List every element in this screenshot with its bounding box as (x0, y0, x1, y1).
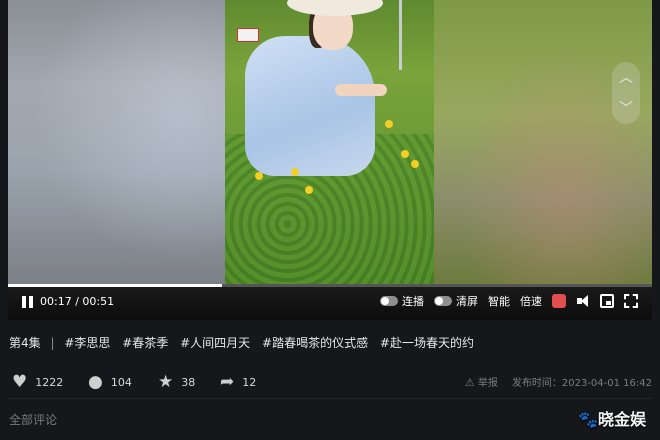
yellow-flower (401, 150, 409, 158)
warning-icon: ⚠ (464, 376, 475, 389)
action-bar: ♥ 1222 ● 104 ★ 38 ➦ 12 ⚠ 举报 发布时间：2023-04… (12, 370, 652, 392)
autoplay-label: 连播 (402, 295, 424, 308)
hashtag[interactable]: #踏春喝茶的仪式感 (262, 336, 368, 350)
picture-in-picture-icon[interactable] (600, 294, 614, 308)
episode-label: 第4集 (9, 336, 41, 350)
paw-icon: 🐾 (578, 410, 598, 429)
blurred-background-left (8, 0, 225, 284)
controls-right: 连播 清屏 智能 倍速 (380, 293, 638, 309)
player-controls: 00:17 / 00:51 连播 清屏 智能 倍速 (8, 284, 652, 320)
section-divider (8, 398, 652, 399)
clear-screen-toggle[interactable]: 清屏 (434, 293, 478, 309)
toggle-switch-icon[interactable] (434, 296, 452, 306)
hashtag[interactable]: #李思思 (64, 336, 110, 350)
progress-bar[interactable] (8, 284, 652, 287)
report-label: 举报 (477, 378, 498, 389)
yellow-flower (291, 168, 299, 176)
star-icon: ★ (158, 372, 174, 392)
current-time: 00:17 (40, 295, 72, 308)
hashtag[interactable]: #赴一场春天的约 (380, 336, 474, 350)
smart-button[interactable]: 智能 (488, 293, 510, 309)
comment-count: 104 (110, 375, 132, 389)
field-sign (237, 28, 259, 42)
favorite-button[interactable]: ★ 38 (158, 372, 195, 392)
hashtag[interactable]: #人间四月天 (180, 336, 250, 350)
chevron-up-icon[interactable]: ︿ (619, 71, 633, 85)
woman-in-blue-dress (245, 36, 375, 176)
like-count: 1222 (35, 375, 64, 389)
progress-fill (8, 284, 223, 287)
chevron-down-icon[interactable]: ﹀ (619, 102, 633, 116)
duration: 00:51 (82, 295, 115, 308)
report-button[interactable]: ⚠ 举报 (465, 374, 498, 389)
sun-hat (287, 0, 383, 16)
watermark-text: 晓金娱 (597, 410, 646, 429)
comment-button[interactable]: ● 104 (88, 372, 132, 392)
video-switch-arrows[interactable]: ︿ ﹀ (612, 62, 640, 124)
pause-icon[interactable] (22, 296, 34, 308)
clear-screen-label: 清屏 (456, 295, 478, 308)
video-frame[interactable] (225, 0, 434, 284)
time-display: 00:17 / 00:51 (40, 295, 114, 308)
share-button[interactable]: ➦ 12 (220, 372, 256, 392)
title-divider: | (50, 336, 55, 350)
video-title-tags: 第4集 | #李思思 #春茶季 #人间四月天 #踏春喝茶的仪式感 #赴一场春天的… (9, 334, 482, 351)
watermark: 🐾晓金娱 (578, 406, 646, 430)
like-button[interactable]: ♥ 1222 (12, 372, 63, 392)
toggle-switch-icon[interactable] (380, 296, 398, 306)
volume-icon[interactable] (576, 294, 590, 308)
video-player[interactable]: ︿ ﹀ 00:17 / 00:51 连播 清屏 智能 倍速 (8, 0, 652, 320)
publish-label: 发布时间： (511, 378, 562, 389)
speed-button[interactable]: 倍速 (520, 293, 542, 309)
yellow-flower (305, 186, 313, 194)
hashtag[interactable]: #春茶季 (122, 336, 168, 350)
video-meta: ⚠ 举报 发布时间：2023-04-01 16:42 (465, 374, 652, 389)
yellow-flower (385, 120, 393, 128)
danmaku-icon[interactable] (552, 294, 566, 308)
favorite-count: 38 (181, 375, 196, 389)
comments-heading: 全部评论 (9, 413, 58, 427)
share-count: 12 (242, 375, 257, 389)
time-separator: / (75, 295, 79, 308)
blurred-background-right (434, 0, 652, 284)
outstretched-hand (335, 84, 387, 96)
yellow-flower (411, 160, 419, 168)
pole (399, 0, 402, 70)
fullscreen-icon[interactable] (624, 294, 638, 308)
autoplay-toggle[interactable]: 连播 (380, 293, 424, 309)
comment-icon: ● (88, 372, 103, 392)
heart-icon: ♥ (12, 372, 28, 392)
share-icon: ➦ (220, 372, 235, 392)
publish-time: 2023-04-01 16:42 (561, 378, 652, 389)
publish-info: 发布时间：2023-04-01 16:42 (512, 374, 652, 389)
yellow-flower (255, 172, 263, 180)
